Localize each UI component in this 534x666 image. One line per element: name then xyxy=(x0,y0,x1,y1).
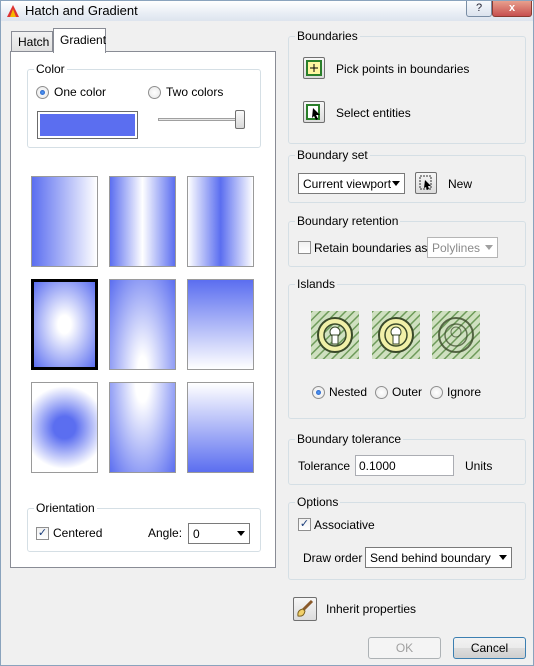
draw-order-label: Draw order xyxy=(303,551,363,565)
select-entities-icon xyxy=(306,104,320,120)
angle-dropdown[interactable]: 0 xyxy=(188,523,250,544)
shade-slider-thumb[interactable] xyxy=(234,110,245,129)
cancel-button[interactable]: Cancel xyxy=(453,637,526,659)
one-color-radio[interactable] xyxy=(36,86,49,99)
associative-label: Associative xyxy=(314,518,375,532)
draw-order-dropdown[interactable]: Send behind boundary xyxy=(365,547,512,568)
angle-label: Angle: xyxy=(148,526,183,540)
window-title: Hatch and Gradient xyxy=(25,3,138,18)
chevron-down-icon xyxy=(237,531,245,536)
select-cursor-icon xyxy=(419,175,432,190)
new-label: New xyxy=(448,177,473,191)
color-group: Color One color Two colors xyxy=(27,62,261,148)
options-group: Options ✓ Associative Draw order Send be… xyxy=(288,495,526,580)
color-swatch-button[interactable] xyxy=(37,111,138,139)
outer-radio[interactable] xyxy=(375,386,388,399)
gradient-swatch-curved[interactable] xyxy=(187,279,254,370)
associative-checkbox[interactable]: ✓ xyxy=(298,518,311,531)
tolerance-value: 0.1000 xyxy=(359,459,396,473)
retain-boundaries-checkbox[interactable] xyxy=(298,241,311,254)
orientation-group-label: Orientation xyxy=(34,501,97,515)
chevron-down-icon xyxy=(499,555,507,560)
boundary-set-value: Current viewport xyxy=(303,177,392,191)
color-group-label: Color xyxy=(34,62,67,76)
retain-type-value: Polylines xyxy=(432,241,481,255)
angle-value: 0 xyxy=(193,527,200,541)
tab-gradient[interactable]: Gradient xyxy=(53,28,106,53)
units-label: Units xyxy=(465,459,493,473)
outer-label: Outer xyxy=(392,385,423,399)
help-button[interactable]: ? xyxy=(466,1,492,17)
paintbrush-icon xyxy=(297,599,314,617)
color-swatch xyxy=(40,114,135,136)
nested-radio[interactable] xyxy=(312,386,325,399)
hatch-gradient-dialog: Hatch and Gradient ? x Hatch Gradient Co… xyxy=(0,0,534,666)
island-ignore-icon xyxy=(432,311,480,359)
inherit-properties-button[interactable] xyxy=(293,597,317,621)
new-boundary-set-button[interactable] xyxy=(415,172,437,194)
orientation-group: Orientation ✓ Centered Angle: 0 xyxy=(27,501,261,552)
gradient-tab-page: Color One color Two colors Orientation ✓… xyxy=(10,51,276,568)
gradient-swatch-hemispherical[interactable] xyxy=(109,279,176,370)
boundary-tolerance-group: Boundary tolerance Tolerance 0.1000 Unit… xyxy=(288,432,526,485)
boundary-set-group: Boundary set Current viewport New xyxy=(288,148,526,203)
islands-group: Islands Nested Outer Ignore xyxy=(288,277,526,419)
gradient-swatch-cylinder[interactable] xyxy=(109,176,176,267)
two-colors-radio[interactable] xyxy=(148,86,161,99)
gradient-swatch-inverted-spherical[interactable] xyxy=(31,382,98,473)
retain-type-dropdown[interactable]: Polylines xyxy=(427,237,498,258)
select-entities-label[interactable]: Select entities xyxy=(336,106,411,120)
tolerance-label: Tolerance xyxy=(298,459,351,473)
gradient-swatch-spherical[interactable] xyxy=(31,279,98,370)
boundary-set-dropdown[interactable]: Current viewport xyxy=(298,173,405,194)
boundary-retention-group: Boundary retention Retain boundaries as … xyxy=(288,214,526,267)
options-group-label: Options xyxy=(295,495,341,509)
ignore-radio[interactable] xyxy=(430,386,443,399)
islands-group-label: Islands xyxy=(295,277,338,291)
gradient-swatch-linear[interactable] xyxy=(31,176,98,267)
gradient-swatch-inverted-curved[interactable] xyxy=(187,382,254,473)
centered-label: Centered xyxy=(53,526,103,540)
boundary-retention-group-label: Boundary retention xyxy=(295,214,401,228)
tolerance-input[interactable]: 0.1000 xyxy=(355,455,454,476)
tab-hatch[interactable]: Hatch xyxy=(11,31,53,52)
two-colors-label: Two colors xyxy=(166,85,224,99)
centered-checkbox[interactable]: ✓ xyxy=(36,527,49,540)
pick-points-icon xyxy=(306,60,322,76)
close-button[interactable]: x xyxy=(492,1,532,17)
ignore-label: Ignore xyxy=(447,385,482,399)
boundaries-group: Boundaries Pick points in boundaries Sel… xyxy=(288,29,526,144)
app-logo-icon xyxy=(7,5,19,17)
check-mark-icon: ✓ xyxy=(299,518,310,530)
boundaries-group-label: Boundaries xyxy=(295,29,360,43)
one-color-label: One color xyxy=(54,85,107,99)
pick-points-label[interactable]: Pick points in boundaries xyxy=(336,62,469,76)
inherit-properties-label[interactable]: Inherit properties xyxy=(326,602,416,616)
check-mark-icon: ✓ xyxy=(37,527,48,539)
pick-points-button[interactable] xyxy=(303,57,325,79)
boundary-set-group-label: Boundary set xyxy=(295,148,370,162)
ok-button[interactable]: OK xyxy=(368,637,441,659)
chevron-down-icon xyxy=(392,181,400,186)
draw-order-value: Send behind boundary xyxy=(370,551,491,565)
nested-label: Nested xyxy=(329,385,368,399)
gradient-swatch-inverted-hemispherical[interactable] xyxy=(109,382,176,473)
island-outer-icon xyxy=(372,311,420,359)
retain-boundaries-label: Retain boundaries as xyxy=(314,241,428,255)
gradient-swatch-inverted-cylinder[interactable] xyxy=(187,176,254,267)
title-bar: Hatch and Gradient ? x xyxy=(1,1,533,21)
chevron-down-icon xyxy=(485,245,493,250)
shade-slider-track[interactable] xyxy=(158,118,244,121)
select-entities-button[interactable] xyxy=(303,101,325,123)
island-nested-icon xyxy=(311,311,359,359)
boundary-tolerance-group-label: Boundary tolerance xyxy=(295,432,404,446)
